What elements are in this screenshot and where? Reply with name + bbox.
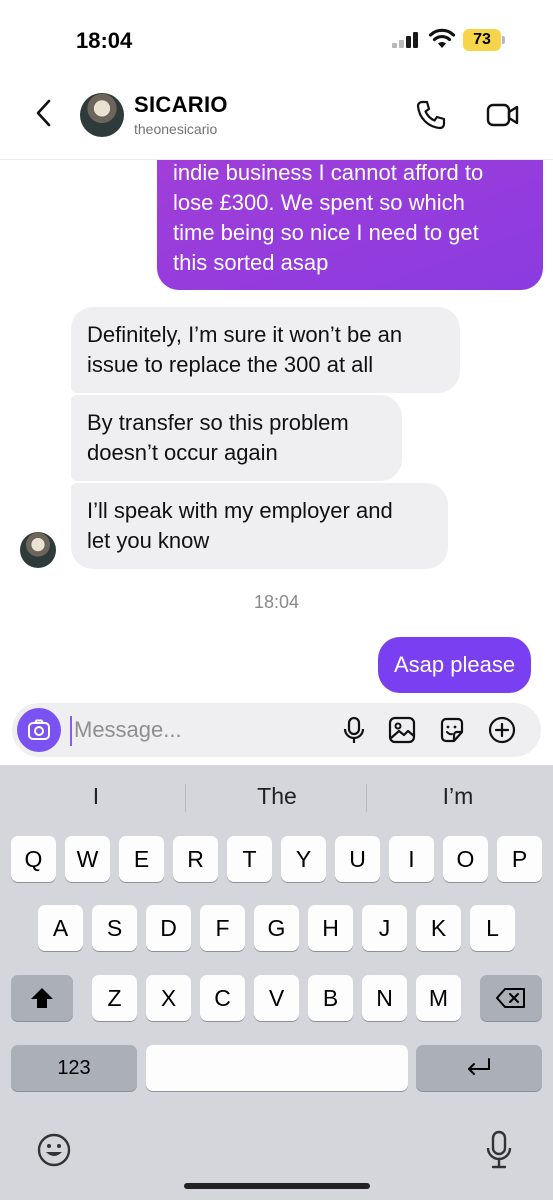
key-e[interactable]: E <box>119 836 164 882</box>
return-key[interactable] <box>416 1045 542 1091</box>
outgoing-message[interactable]: indie business I cannot afford to lose £… <box>157 160 543 290</box>
emoji-icon[interactable] <box>36 1132 72 1168</box>
key-m[interactable]: M <box>416 975 461 1021</box>
key-w[interactable]: W <box>65 836 110 882</box>
wifi-icon <box>428 28 456 48</box>
key-j[interactable]: J <box>362 905 407 951</box>
cellular-signal-icon <box>392 32 420 48</box>
key-c[interactable]: C <box>200 975 245 1021</box>
key-h[interactable]: H <box>308 905 353 951</box>
status-time: 18:04 <box>76 28 133 53</box>
contact-name[interactable]: SICARIO <box>134 92 228 118</box>
key-d[interactable]: D <box>146 905 191 951</box>
message-line: By transfer so this problem <box>87 410 349 435</box>
key-v[interactable]: V <box>254 975 299 1021</box>
key-s[interactable]: S <box>92 905 137 951</box>
incoming-message[interactable]: By transfer so this problem doesn’t occu… <box>71 395 402 481</box>
shift-key[interactable] <box>11 975 73 1021</box>
dictation-microphone-icon[interactable] <box>484 1130 514 1170</box>
numbers-key[interactable]: 123 <box>11 1045 137 1091</box>
backspace-icon <box>496 988 525 1008</box>
suggestion-divider <box>185 784 186 812</box>
key-l[interactable]: L <box>470 905 515 951</box>
gallery-icon[interactable] <box>387 715 417 745</box>
message-thread[interactable]: indie business I cannot afford to lose £… <box>0 160 553 700</box>
message-line: issue to replace the 300 at all <box>87 352 374 377</box>
message-line: Definitely, I’m sure it won’t be an <box>87 322 403 347</box>
space-key[interactable] <box>146 1045 408 1091</box>
key-n[interactable]: N <box>362 975 407 1021</box>
key-u[interactable]: U <box>335 836 380 882</box>
key-g[interactable]: G <box>254 905 299 951</box>
key-r[interactable]: R <box>173 836 218 882</box>
message-line: time being so nice I need to get <box>173 220 479 245</box>
message-line: let you know <box>87 528 210 553</box>
add-icon[interactable] <box>487 715 517 745</box>
video-camera-icon[interactable] <box>486 98 520 132</box>
key-t[interactable]: T <box>227 836 272 882</box>
chevron-left-icon[interactable] <box>30 98 60 128</box>
keyboard: I The I’m Q W E R T Y U I O P A S D F G … <box>0 765 553 1200</box>
key-i[interactable]: I <box>389 836 434 882</box>
shift-arrow-icon <box>31 988 53 1008</box>
message-line: doesn’t occur again <box>87 440 278 465</box>
key-k[interactable]: K <box>416 905 461 951</box>
sticker-icon[interactable] <box>437 715 467 745</box>
sender-avatar[interactable] <box>20 532 56 568</box>
contact-avatar[interactable] <box>80 93 124 137</box>
key-y[interactable]: Y <box>281 836 326 882</box>
message-line: Asap please <box>394 652 516 677</box>
return-icon <box>468 1058 490 1075</box>
microphone-icon[interactable] <box>339 715 369 745</box>
key-z[interactable]: Z <box>92 975 137 1021</box>
key-x[interactable]: X <box>146 975 191 1021</box>
message-composer <box>12 703 541 757</box>
suggestion-item[interactable]: The <box>187 783 367 810</box>
home-indicator <box>184 1183 370 1189</box>
chat-header: SICARIO theonesicario <box>0 80 553 160</box>
contact-username[interactable]: theonesicario <box>134 121 217 137</box>
key-q[interactable]: Q <box>11 836 56 882</box>
message-line: I’ll speak with my employer and <box>87 498 393 523</box>
key-f[interactable]: F <box>200 905 245 951</box>
phone-icon[interactable] <box>414 98 448 132</box>
backspace-key[interactable] <box>480 975 542 1021</box>
key-o[interactable]: O <box>443 836 488 882</box>
key-b[interactable]: B <box>308 975 353 1021</box>
message-line: indie business I cannot afford to <box>173 160 484 185</box>
battery-indicator: 73 <box>463 29 501 51</box>
message-line: lose £300. We spent so which <box>173 190 465 215</box>
key-p[interactable]: P <box>497 836 542 882</box>
suggestion-divider <box>366 784 367 812</box>
suggestion-item[interactable]: I <box>6 783 186 810</box>
status-bar: 18:04 73 <box>0 0 553 80</box>
battery-tip <box>502 36 505 44</box>
key-a[interactable]: A <box>38 905 83 951</box>
message-timestamp: 18:04 <box>253 592 300 612</box>
outgoing-message[interactable]: Asap please <box>378 637 532 693</box>
message-input[interactable] <box>74 713 324 747</box>
incoming-message[interactable]: I’ll speak with my employer and let you … <box>71 483 448 569</box>
predictive-suggestions: I The I’m <box>0 765 553 827</box>
text-cursor <box>70 716 72 746</box>
camera-button[interactable] <box>17 708 61 752</box>
suggestion-item[interactable]: I’m <box>368 783 548 810</box>
incoming-message[interactable]: Definitely, I’m sure it won’t be an issu… <box>71 307 460 393</box>
camera-icon <box>28 719 50 740</box>
message-line: this sorted asap <box>173 250 329 275</box>
